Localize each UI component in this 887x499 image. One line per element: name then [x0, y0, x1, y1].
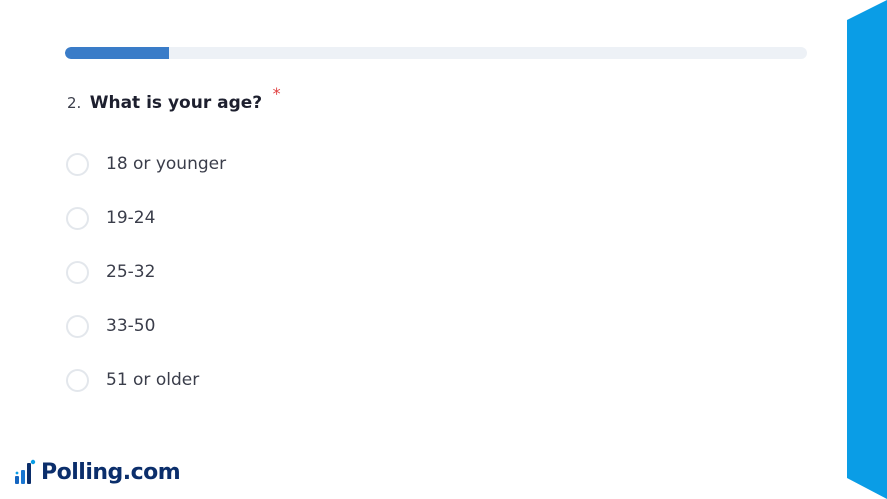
- radio-button[interactable]: [66, 152, 89, 176]
- radio-button[interactable]: [66, 260, 89, 284]
- answer-option[interactable]: 18 or younger: [66, 150, 226, 178]
- answer-option-label: 19-24: [106, 208, 156, 228]
- question-title: 2. What is your age? *: [67, 84, 281, 113]
- question-text: What is your age?: [89, 93, 263, 113]
- brand-logo: Polling.com: [14, 459, 181, 485]
- required-marker: *: [272, 84, 281, 103]
- progress-bar-fill: [65, 47, 169, 59]
- brand-name: Polling.com: [41, 459, 181, 485]
- answer-option-label: 51 or older: [106, 370, 200, 390]
- answer-options: 18 or younger 19-24 25-32 33-50 51 or ol…: [66, 150, 226, 420]
- progress-bar: [65, 47, 807, 59]
- answer-option-label: 33-50: [106, 316, 156, 336]
- answer-option[interactable]: 19-24: [66, 204, 226, 232]
- answer-option[interactable]: 25-32: [66, 258, 226, 286]
- answer-option[interactable]: 33-50: [66, 312, 226, 340]
- question-number: 2.: [67, 94, 82, 112]
- answer-option-label: 25-32: [106, 262, 156, 282]
- radio-button[interactable]: [66, 314, 89, 338]
- radio-button[interactable]: [66, 206, 89, 230]
- radio-button[interactable]: [66, 368, 89, 392]
- answer-option[interactable]: 51 or older: [66, 366, 226, 394]
- bar-chart-icon: [15, 459, 36, 484]
- side-accent-shape: [847, 0, 887, 499]
- answer-option-label: 18 or younger: [106, 154, 227, 174]
